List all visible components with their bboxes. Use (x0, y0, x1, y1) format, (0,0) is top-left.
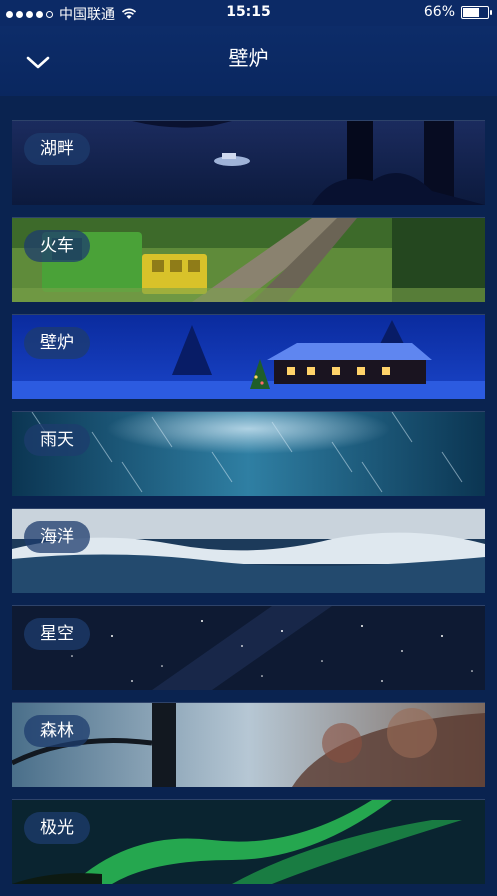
forest-image (12, 703, 485, 787)
aurora-image (12, 800, 485, 884)
scene-label: 海洋 (24, 521, 90, 553)
scene-label: 湖畔 (24, 133, 90, 165)
ocean-image (12, 509, 485, 593)
nav-bar: 壁炉 (0, 26, 497, 96)
battery-percent: 66% (423, 4, 455, 20)
status-right: 66% (423, 4, 492, 20)
scene-list: 湖畔 火车 壁炉 雨天 海洋 星空 森林 极光 (12, 120, 485, 896)
scene-label: 雨天 (24, 424, 90, 456)
stars-image (12, 606, 485, 690)
battery-icon (461, 5, 492, 19)
scene-card-aurora[interactable]: 极光 (12, 799, 485, 884)
scene-label: 星空 (24, 618, 90, 650)
fireplace-image (12, 315, 485, 399)
rain-image (12, 412, 485, 496)
scene-card-forest[interactable]: 森林 (12, 702, 485, 787)
clock: 15:15 (226, 4, 271, 20)
scene-card-train[interactable]: 火车 (12, 217, 485, 302)
scene-card-fireplace[interactable]: 壁炉 (12, 314, 485, 399)
status-bar: 中国联通 15:15 66% (0, 0, 497, 26)
scene-card-ocean[interactable]: 海洋 (12, 508, 485, 593)
scene-label: 极光 (24, 812, 90, 844)
page-title: 壁炉 (228, 46, 269, 70)
scene-label: 火车 (24, 230, 90, 262)
scene-card-stars[interactable]: 星空 (12, 605, 485, 690)
train-image (12, 218, 485, 302)
scene-card-rain[interactable]: 雨天 (12, 411, 485, 496)
scene-card-lake[interactable]: 湖畔 (12, 120, 485, 205)
lake-image (12, 121, 485, 205)
battery-level (463, 7, 479, 17)
scene-label: 森林 (24, 715, 90, 747)
scene-label: 壁炉 (24, 327, 90, 359)
